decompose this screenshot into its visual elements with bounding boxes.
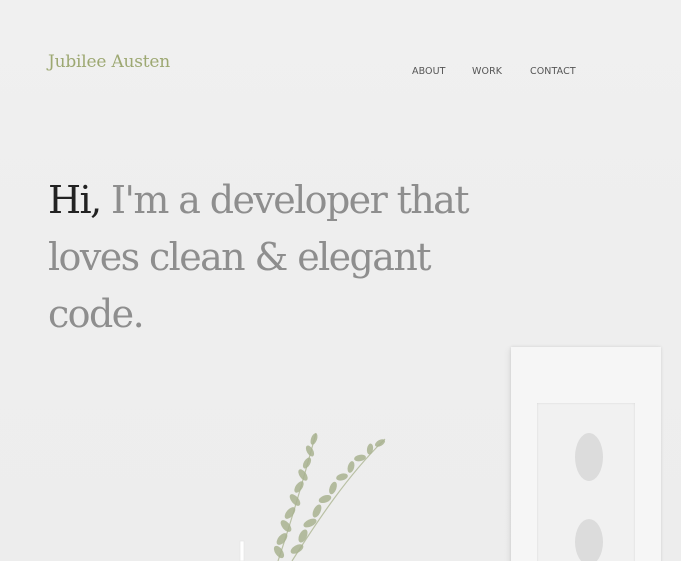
nav-link-about[interactable]: ABOUT bbox=[412, 66, 446, 77]
nav-link-work[interactable]: WORK bbox=[472, 66, 502, 77]
main-nav: ABOUT WORK CONTACT bbox=[0, 66, 681, 80]
nav-link-contact[interactable]: CONTACT bbox=[530, 66, 576, 77]
hero-greeting: Hi, bbox=[48, 178, 102, 222]
frame-artwork bbox=[537, 403, 635, 561]
plant-icon bbox=[239, 432, 386, 561]
picture-frame-icon bbox=[511, 347, 661, 561]
artwork-oval-bottom bbox=[575, 519, 603, 561]
artwork-oval-top bbox=[575, 433, 603, 481]
hero-headline-text: I'm a developer that loves clean & elega… bbox=[48, 178, 469, 336]
hero-headline: Hi, I'm a developer that loves clean & e… bbox=[48, 172, 528, 343]
